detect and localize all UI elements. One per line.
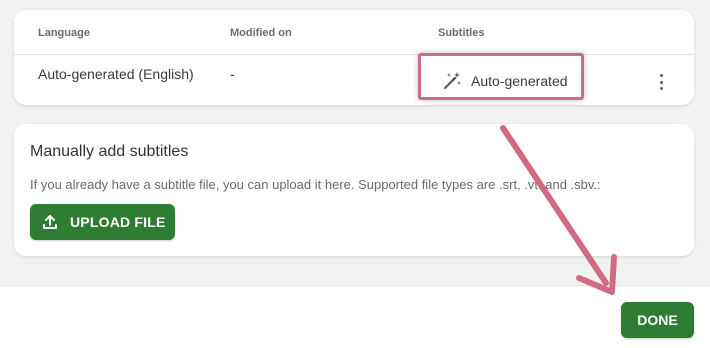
subtitles-status: Auto-generated (471, 73, 568, 89)
upload-file-label: UPLOAD FILE (70, 214, 166, 230)
magic-wand-icon (442, 71, 462, 91)
upload-title: Manually add subtitles (30, 143, 189, 160)
table-header: Language Modified on Subtitles (14, 10, 694, 55)
dialog-footer (0, 285, 710, 348)
done-button[interactable]: DONE (621, 302, 694, 338)
column-header-language: Language (38, 27, 90, 39)
row-language: Auto-generated (English) (38, 66, 194, 82)
upload-icon (42, 214, 58, 230)
upload-file-button[interactable]: UPLOAD FILE (30, 204, 175, 240)
subtitles-cell-highlighted[interactable]: Auto-generated (418, 53, 584, 100)
column-header-subtitles: Subtitles (438, 27, 485, 39)
row-modified: - (230, 66, 235, 82)
subtitles-table: Language Modified on Subtitles (14, 10, 694, 105)
manual-upload-card: Manually add subtitles If you already ha… (14, 124, 694, 256)
more-vert-icon[interactable] (652, 71, 670, 93)
column-header-modified: Modified on (230, 27, 292, 39)
upload-description: If you already have a subtitle file, you… (30, 177, 601, 192)
